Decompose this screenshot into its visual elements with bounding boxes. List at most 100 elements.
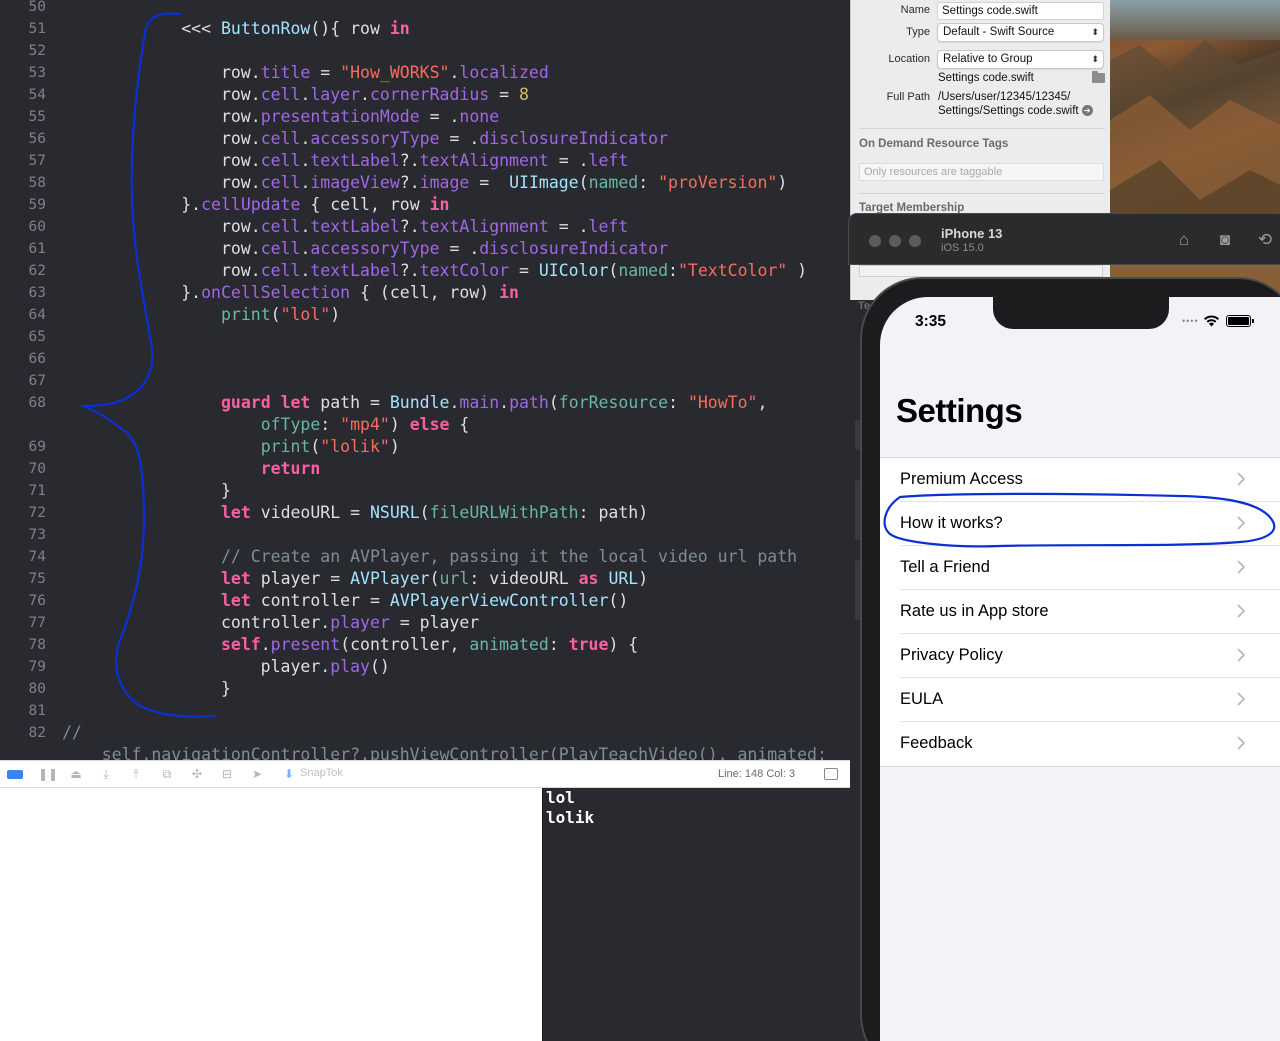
chevron-right-icon bbox=[1237, 648, 1245, 662]
code-line[interactable]: 78 self.present(controller, animated: tr… bbox=[0, 634, 850, 656]
code-text: controller.player = player bbox=[62, 612, 479, 634]
code-token: cell bbox=[260, 217, 301, 236]
debug-console[interactable]: lol lolik bbox=[542, 788, 850, 1041]
settings-row[interactable]: Rate us in App store bbox=[880, 590, 1280, 634]
code-token: let bbox=[220, 503, 251, 522]
pause-icon[interactable]: ❚❚ bbox=[38, 768, 58, 781]
type-select[interactable]: Default - Swift Source ⬍ bbox=[937, 23, 1104, 42]
code-token: textColor bbox=[419, 261, 510, 280]
code-line[interactable]: 76 let controller = AVPlayerViewControll… bbox=[0, 590, 850, 612]
memory-graph-icon[interactable]: ✣ bbox=[190, 768, 204, 781]
minimize-window-icon[interactable] bbox=[889, 235, 901, 247]
inspector-partial-field bbox=[859, 265, 1103, 277]
code-line[interactable]: 60 row.cell.textLabel?.textAlignment = .… bbox=[0, 216, 850, 238]
code-token: = bbox=[509, 261, 539, 280]
location-select[interactable]: Relative to Group ⬍ bbox=[937, 50, 1104, 69]
chevron-right-icon bbox=[1237, 604, 1245, 618]
code-line[interactable]: 81 bbox=[0, 700, 850, 722]
code-token: = . bbox=[419, 107, 460, 126]
code-line[interactable]: 64 print("lol") bbox=[0, 304, 850, 326]
code-text: } bbox=[62, 480, 231, 502]
code-token: title bbox=[260, 63, 311, 82]
code-line[interactable]: 50 bbox=[0, 0, 850, 18]
step-out-icon[interactable]: ⤒ bbox=[129, 768, 143, 781]
code-token: . bbox=[300, 85, 311, 104]
settings-row[interactable]: Privacy Policy bbox=[880, 634, 1280, 678]
code-line[interactable]: 72 let videoURL = NSURL(fileURLWithPath:… bbox=[0, 502, 850, 524]
code-token: accessoryType bbox=[310, 239, 440, 258]
code-line[interactable]: 73 bbox=[0, 524, 850, 546]
zoom-window-icon[interactable] bbox=[909, 235, 921, 247]
screenshot-camera-icon[interactable]: ◙ bbox=[1215, 230, 1235, 250]
code-line[interactable]: 82 // bbox=[0, 722, 850, 744]
code-line[interactable]: 55 row.presentationMode = .none bbox=[0, 106, 850, 128]
line-number: 66 bbox=[28, 351, 46, 367]
settings-row-label: Premium Access bbox=[900, 470, 1023, 488]
code-line[interactable]: 59 }.cellUpdate { cell, row in bbox=[0, 194, 850, 216]
code-line[interactable]: 63 }.onCellSelection { (cell, row) in bbox=[0, 282, 850, 304]
simulator-device-name: iPhone 13 bbox=[941, 226, 1003, 241]
code-token: ) { bbox=[608, 635, 639, 654]
home-icon[interactable]: ⌂ bbox=[1174, 230, 1194, 250]
line-number: 72 bbox=[28, 505, 46, 521]
screenshot-root: 50 51 <<< ButtonRow(){ row in 52 53 row.tit… bbox=[0, 0, 1280, 1041]
reveal-in-finder-icon[interactable]: ➜ bbox=[1081, 105, 1093, 117]
line-number: 74 bbox=[28, 549, 46, 565]
folder-icon[interactable] bbox=[1092, 71, 1105, 83]
rotate-device-icon[interactable]: ⟲ bbox=[1255, 230, 1275, 250]
view-hierarchy-icon[interactable]: ⧉ bbox=[160, 768, 174, 781]
code-line[interactable]: 53 row.title = "How_WORKS".localized bbox=[0, 62, 850, 84]
code-line[interactable]: 77 controller.player = player bbox=[0, 612, 850, 634]
close-window-icon[interactable] bbox=[869, 235, 881, 247]
settings-row-label: Rate us in App store bbox=[900, 602, 1049, 620]
simulator-titlebar[interactable]: iPhone 13 iOS 15.0 ⌂ ◙ ⟲ bbox=[848, 213, 1280, 265]
code-line[interactable]: 69 print("lolik") bbox=[0, 436, 850, 458]
code-text: }.cellUpdate { cell, row in bbox=[62, 194, 449, 216]
settings-row[interactable]: Premium Access bbox=[880, 458, 1280, 502]
code-line[interactable]: 57 row.cell.textLabel?.textAlignment = .… bbox=[0, 150, 850, 172]
code-text: row.cell.accessoryType = .disclosureIndi… bbox=[62, 238, 668, 260]
code-line[interactable]: 65 bbox=[0, 326, 850, 348]
settings-row[interactable]: EULA bbox=[880, 678, 1280, 722]
inspector-divider bbox=[859, 193, 1105, 194]
code-line[interactable]: 67 bbox=[0, 370, 850, 392]
variables-view[interactable] bbox=[0, 788, 542, 1041]
settings-row[interactable]: Feedback bbox=[880, 722, 1280, 766]
code-text: row.cell.layer.cornerRadius = 8 bbox=[62, 84, 529, 106]
code-line[interactable]: 61 row.cell.accessoryType = .disclosureI… bbox=[0, 238, 850, 260]
code-line[interactable]: 70 return bbox=[0, 458, 850, 480]
code-line[interactable]: self.navigationController?.pushViewContr… bbox=[0, 744, 850, 760]
code-line[interactable]: 80 } bbox=[0, 678, 850, 700]
code-line[interactable]: 62 row.cell.textLabel?.textColor = UICol… bbox=[0, 260, 850, 282]
code-line[interactable]: 66 bbox=[0, 348, 850, 370]
code-line[interactable]: 71 } bbox=[0, 480, 850, 502]
settings-row[interactable]: How it works? bbox=[880, 502, 1280, 546]
environment-overrides-icon[interactable]: ⊟ bbox=[220, 768, 234, 781]
code-line[interactable]: 74 // Create an AVPlayer, passing it the… bbox=[0, 546, 850, 568]
code-text: row.cell.imageView?.image = UIImage(name… bbox=[62, 172, 787, 194]
name-field[interactable]: Settings code.swift bbox=[937, 2, 1104, 20]
code-line[interactable]: 68 guard let path = Bundle.main.path(for… bbox=[0, 392, 850, 414]
code-line[interactable]: ofType: "mp4") else { bbox=[0, 414, 850, 436]
code-line[interactable]: 56 row.cell.accessoryType = .disclosureI… bbox=[0, 128, 850, 150]
code-line[interactable]: 58 row.cell.imageView?.image = UIImage(n… bbox=[0, 172, 850, 194]
console-panel-toggle-icon[interactable] bbox=[824, 768, 838, 780]
code-text: self.navigationController?.pushViewContr… bbox=[62, 744, 827, 760]
code-token: player = bbox=[250, 569, 351, 588]
code-token: . bbox=[360, 85, 370, 104]
location-icon[interactable]: ➤ bbox=[250, 768, 264, 781]
code-line[interactable]: 54 row.cell.layer.cornerRadius = 8 bbox=[0, 84, 850, 106]
code-line[interactable]: 79 player.play() bbox=[0, 656, 850, 678]
code-token: textLabel bbox=[310, 261, 400, 280]
code-text: row.title = "How_WORKS".localized bbox=[62, 62, 549, 84]
breakpoints-toggle-button[interactable] bbox=[7, 770, 23, 779]
step-over-icon[interactable]: ⏏ bbox=[69, 768, 83, 781]
code-line[interactable]: 75 let player = AVPlayer(url: videoURL a… bbox=[0, 568, 850, 590]
code-token: player bbox=[330, 613, 390, 632]
code-editor[interactable]: 50 51 <<< ButtonRow(){ row in 52 53 row.tit… bbox=[0, 0, 850, 760]
code-line[interactable]: 51 <<< ButtonRow(){ row in bbox=[0, 18, 850, 40]
code-token: row. bbox=[62, 217, 261, 236]
settings-row[interactable]: Tell a Friend bbox=[880, 546, 1280, 590]
step-into-icon[interactable]: ⤓ bbox=[99, 768, 113, 781]
code-line[interactable]: 52 bbox=[0, 40, 850, 62]
